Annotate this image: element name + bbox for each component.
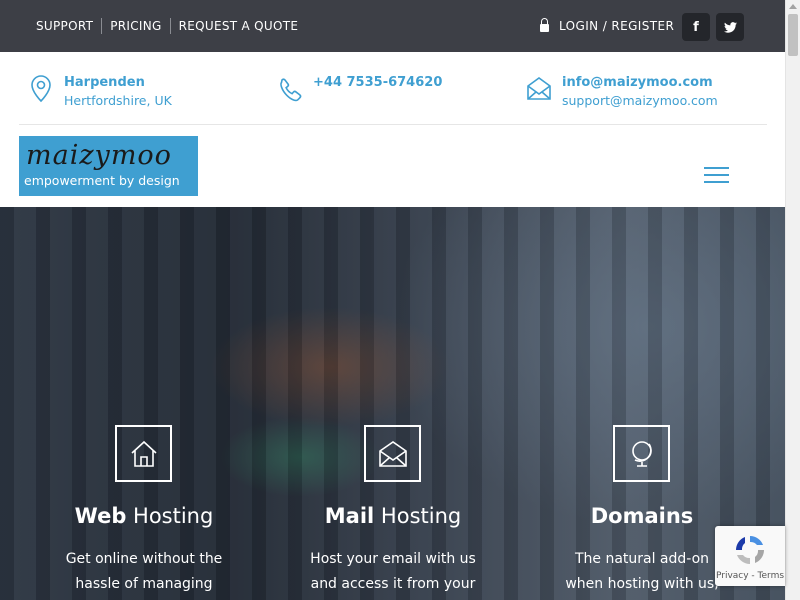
top-bar: SUPPORT PRICING REQUEST A QUOTE LOGIN / … <box>0 0 785 52</box>
feature-icon-box <box>115 425 172 482</box>
contact-phone: +44 7535-674620 <box>277 74 442 104</box>
twitter-button[interactable] <box>716 13 744 41</box>
hero-banner: Web Hosting Get online without the hassle… <box>0 207 785 600</box>
pricing-link[interactable]: PRICING <box>102 18 171 34</box>
recaptcha-icon <box>736 536 764 564</box>
recaptcha-badge[interactable]: Privacy - Terms <box>715 526 785 586</box>
feature-title: Mail Hosting <box>324 504 462 528</box>
login-register-label: LOGIN / REGISTER <box>559 19 675 33</box>
globe-icon <box>632 441 652 467</box>
email-support[interactable]: support@maizymoo.com <box>562 92 718 110</box>
feature-description: Get online without the hassle of managing <box>65 551 223 592</box>
twitter-icon <box>723 21 737 33</box>
feature-title: Web Hosting <box>74 504 214 528</box>
header-divider <box>19 124 767 125</box>
feature-description: Host your email with us and access it fro… <box>310 551 476 592</box>
contact-email: info@maizymoo.com support@maizymoo.com <box>526 74 718 110</box>
feature-icon-box <box>364 425 421 482</box>
contact-location: Harpenden Hertfordshire, UK <box>28 74 172 110</box>
facebook-icon: f <box>693 19 699 35</box>
login-register-link[interactable]: LOGIN / REGISTER <box>540 18 674 34</box>
house-icon <box>131 440 157 467</box>
phone-icon <box>280 78 302 102</box>
facebook-button[interactable]: f <box>682 13 710 41</box>
support-link[interactable]: SUPPORT <box>28 18 103 34</box>
feature-title: Domains <box>590 504 694 528</box>
logo-tagline: empowerment by design <box>24 173 180 188</box>
scroll-thumb[interactable] <box>788 14 798 56</box>
location-city: Harpenden <box>64 75 145 90</box>
map-pin-icon <box>31 75 51 103</box>
envelope-icon <box>379 441 407 467</box>
lock-icon <box>540 18 549 32</box>
scroll-up-arrow-icon[interactable] <box>789 4 797 9</box>
envelope-icon <box>527 77 551 100</box>
logo-wordmark: maizymoo <box>26 140 172 171</box>
menu-hamburger-icon[interactable] <box>704 167 729 183</box>
email-info[interactable]: info@maizymoo.com <box>562 74 718 92</box>
recaptcha-links[interactable]: Privacy - Terms <box>715 571 785 581</box>
location-region: Hertfordshire, UK <box>64 93 172 108</box>
scrollbar[interactable] <box>785 0 800 600</box>
hero-overlay <box>0 207 785 600</box>
top-links: SUPPORT PRICING REQUEST A QUOTE <box>28 18 306 34</box>
phone-number[interactable]: +44 7535-674620 <box>313 74 442 92</box>
feature-icon-box <box>613 425 670 482</box>
request-quote-link[interactable]: REQUEST A QUOTE <box>171 18 307 34</box>
site-logo[interactable]: maizymoo empowerment by design <box>19 136 198 196</box>
